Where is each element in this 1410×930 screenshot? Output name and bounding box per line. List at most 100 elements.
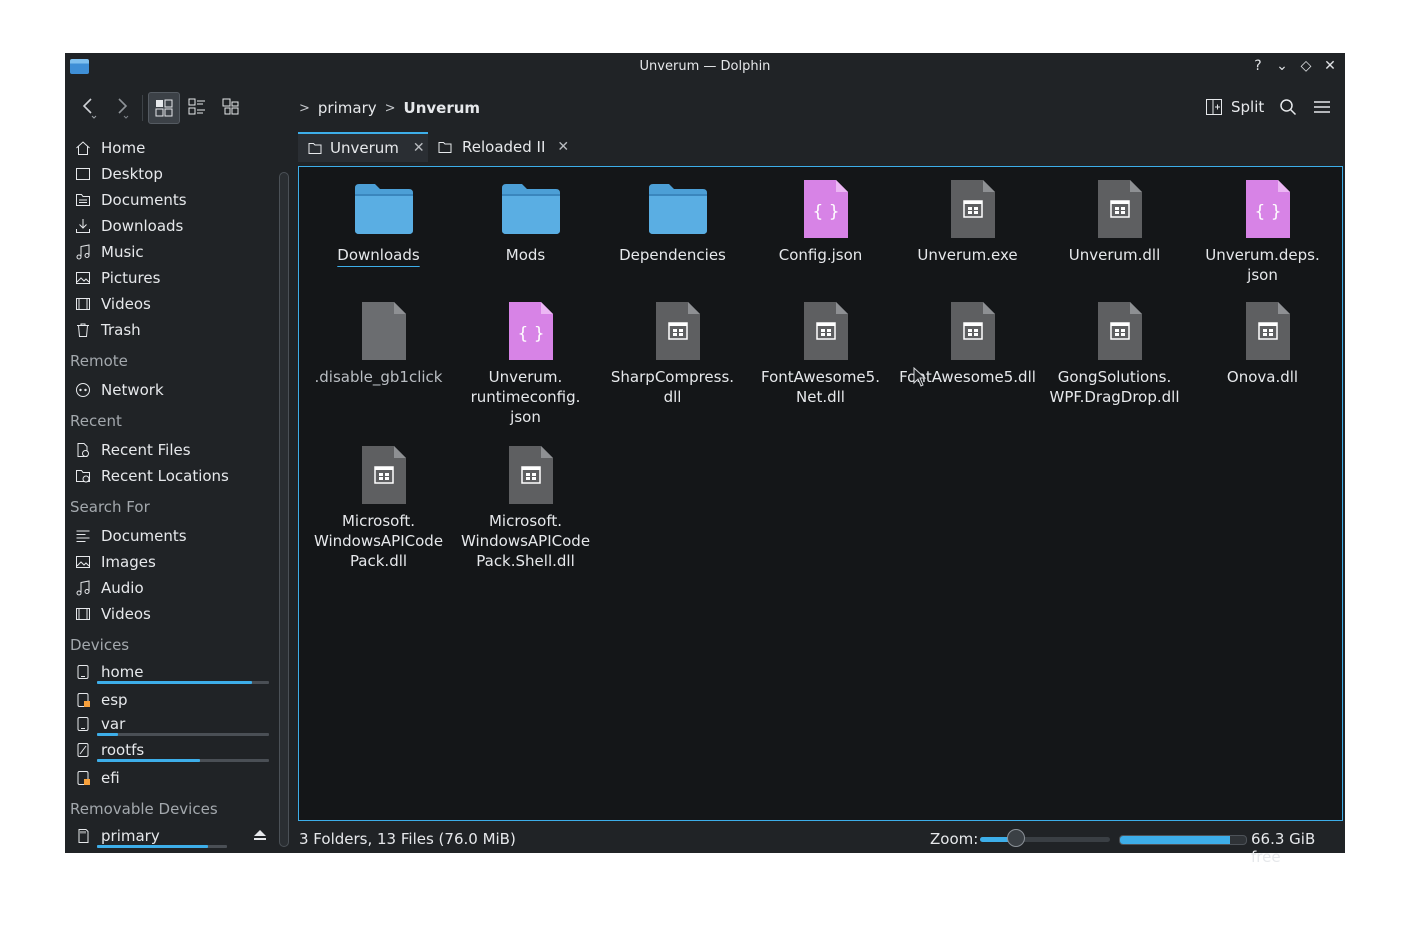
split-button[interactable]: Split — [1205, 95, 1264, 119]
details-view-button[interactable] — [182, 92, 212, 122]
file-item[interactable]: Unverum.dll — [1041, 167, 1188, 287]
sidebar-item-documents[interactable]: Documents — [74, 187, 274, 213]
sidebar-item-search-images[interactable]: Images — [74, 549, 274, 575]
binary-file-icon — [1098, 302, 1142, 360]
file-item[interactable]: FontAwesome5.dll — [894, 289, 1041, 409]
file-item[interactable]: Downloads — [305, 167, 452, 287]
file-name: Unverum.dll — [1041, 245, 1188, 265]
binary-file-icon — [1098, 180, 1142, 238]
sidebar-item-label: Trash — [101, 321, 141, 339]
sidebar-item-label: Downloads — [101, 217, 184, 235]
sidebar-item-label: Audio — [101, 579, 144, 597]
sidebar-item-search-documents[interactable]: Documents — [74, 523, 274, 549]
breadcrumb-item-primary[interactable]: primary — [318, 99, 377, 117]
sidebar-item-music[interactable]: Music — [74, 239, 274, 265]
sidebar-item-label: esp — [101, 691, 128, 709]
file-item[interactable]: .disable_gb1click — [305, 289, 452, 409]
folder-icon — [649, 184, 707, 234]
breadcrumb-item-current[interactable]: Unverum — [404, 99, 481, 117]
drive-locked-icon — [74, 692, 91, 709]
sidebar-item-search-videos[interactable]: Videos — [74, 601, 274, 627]
sidebar-item-downloads[interactable]: Downloads — [74, 213, 274, 239]
sidebar-scrollbar[interactable] — [279, 172, 289, 847]
file-name-line: json — [510, 408, 541, 426]
folder-tab-icon — [308, 142, 322, 154]
sidebar-item-desktop[interactable]: Desktop — [74, 161, 274, 187]
main-toolbar: > primary > Unverum Split — [65, 89, 1345, 127]
file-name: Microsoft. WindowsAPICode Pack.dll — [305, 511, 452, 571]
file-name-line: runtimeconfig. — [470, 388, 581, 406]
tab-label: Unverum — [330, 139, 399, 157]
sidebar-item-recent-locations[interactable]: Recent Locations — [74, 463, 274, 489]
file-item[interactable]: Unverum.exe — [894, 167, 1041, 287]
icons-view-button[interactable] — [148, 92, 180, 124]
file-item[interactable]: GongSolutions. WPF.DragDrop.dll — [1041, 289, 1188, 409]
devices-header: Devices — [70, 636, 130, 654]
sidebar-item-network[interactable]: Network — [74, 377, 274, 403]
file-item[interactable]: Dependencies — [599, 167, 746, 287]
zoom-slider[interactable] — [980, 829, 1110, 847]
trash-icon — [74, 322, 91, 339]
recent-files-icon — [74, 442, 91, 459]
music-icon — [74, 244, 91, 261]
tab-reloaded-ii[interactable]: Reloaded II ✕ — [429, 132, 574, 162]
file-name-line: WindowsAPICode — [313, 532, 444, 550]
forward-button[interactable] — [107, 91, 135, 123]
file-item[interactable]: Microsoft. WindowsAPICode Pack.dll — [305, 433, 452, 570]
close-window-button[interactable]: ✕ — [1321, 57, 1339, 75]
recent-locations-icon — [74, 468, 91, 485]
sidebar-item-recent-files[interactable]: Recent Files — [74, 437, 274, 463]
file-name-line: SharpCompress. — [610, 368, 735, 386]
sidebar-item-label: Network — [101, 381, 164, 399]
file-item[interactable]: { } Unverum. runtimeconfig. json — [452, 289, 599, 426]
sidebar-item-videos[interactable]: Videos — [74, 291, 274, 317]
eject-button[interactable] — [253, 828, 267, 846]
file-name-line: Onova.dll — [1226, 368, 1299, 386]
close-tab-icon[interactable]: ✕ — [413, 140, 425, 156]
file-item[interactable]: Mods — [452, 167, 599, 287]
device-usage-bar-var — [97, 733, 269, 736]
file-view[interactable]: Downloads Mods Dependencies { } Config.json U… — [298, 166, 1343, 821]
sidebar-item-search-audio[interactable]: Audio — [74, 575, 274, 601]
file-item[interactable]: FontAwesome5. Net.dll — [747, 289, 894, 409]
zoom-slider-handle[interactable] — [1007, 829, 1026, 847]
minimize-button[interactable]: ⌄ — [1273, 57, 1291, 75]
file-item[interactable]: SharpCompress. dll — [599, 289, 746, 409]
tab-unverum[interactable]: Unverum ✕ — [298, 132, 428, 162]
binary-file-icon — [362, 446, 406, 504]
sidebar-item-trash[interactable]: Trash — [74, 317, 274, 343]
file-name-line: Unverum.deps. — [1205, 246, 1320, 264]
sidebar-item-device-esp[interactable]: esp — [74, 687, 274, 713]
file-item[interactable]: Microsoft. WindowsAPICode Pack.Shell.dll — [452, 433, 599, 570]
documents-icon — [74, 192, 91, 209]
breadcrumb-chevron-icon[interactable]: > — [385, 101, 396, 116]
text-document-icon — [74, 528, 91, 545]
breadcrumb-root-chevron-icon[interactable]: > — [299, 101, 310, 116]
sidebar-item-device-efi[interactable]: efi — [74, 765, 274, 791]
search-button[interactable] — [1276, 95, 1300, 119]
back-button[interactable] — [75, 91, 103, 123]
file-name-line: Net.dll — [796, 388, 845, 406]
compact-view-icon — [222, 98, 239, 115]
close-tab-icon[interactable]: ✕ — [557, 139, 569, 155]
maximize-button[interactable]: ◇ — [1297, 57, 1315, 75]
mouse-cursor-icon — [913, 367, 927, 387]
file-name: Config.json — [747, 245, 894, 265]
search-for-header: Search For — [70, 498, 150, 516]
file-item[interactable]: { } Config.json — [747, 167, 894, 287]
file-name: Unverum.exe — [894, 245, 1041, 265]
file-item[interactable]: { } Unverum.deps. json — [1189, 167, 1336, 287]
file-name-line: WPF.DragDrop.dll — [1049, 388, 1180, 406]
file-item[interactable]: Onova.dll — [1189, 289, 1336, 409]
file-name-line: Pack.Shell.dll — [476, 552, 575, 570]
sidebar-item-pictures[interactable]: Pictures — [74, 265, 274, 291]
file-name: Dependencies — [599, 245, 746, 265]
help-button[interactable]: ? — [1249, 57, 1267, 75]
drive-locked-icon — [74, 770, 91, 787]
split-label: Split — [1231, 98, 1265, 116]
file-name-line: Config.json — [778, 246, 863, 264]
sidebar-item-home[interactable]: Home — [74, 135, 274, 161]
sidebar-item-label: Videos — [101, 605, 151, 623]
hamburger-menu-button[interactable] — [1310, 95, 1334, 119]
compact-view-button[interactable] — [216, 92, 246, 122]
